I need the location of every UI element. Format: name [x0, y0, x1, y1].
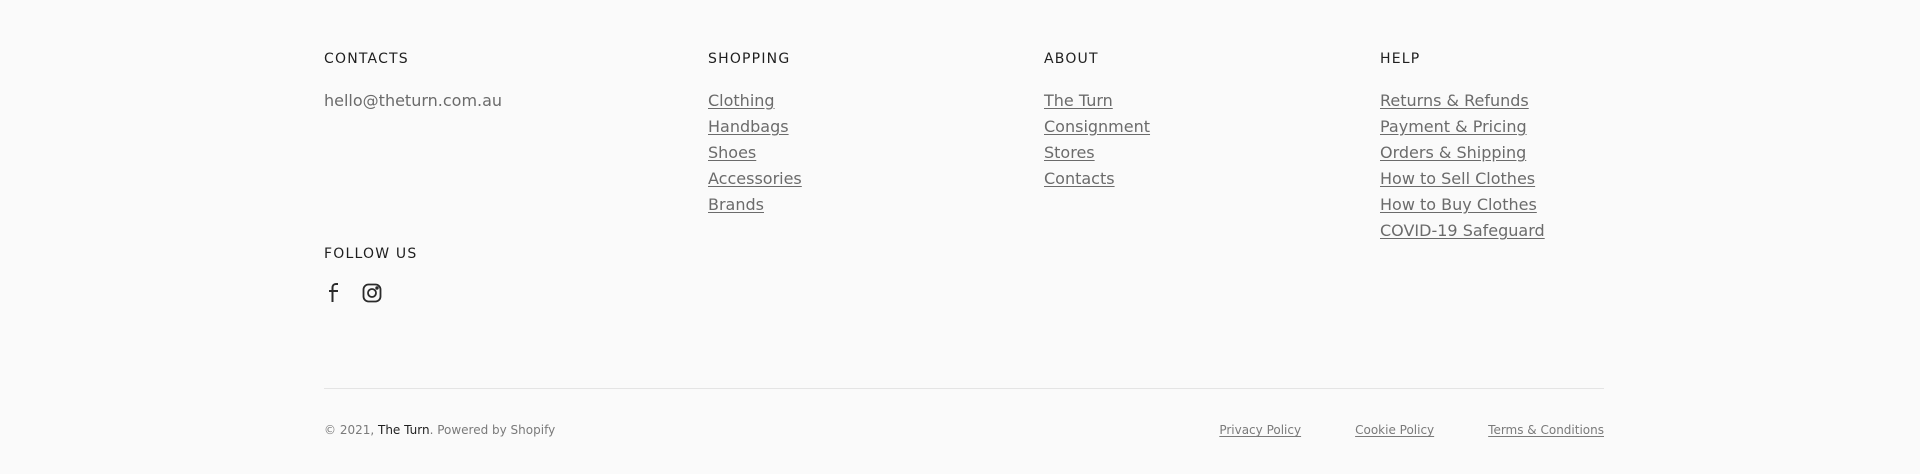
about-link-stores[interactable]: Stores: [1044, 143, 1095, 162]
help-link-returns[interactable]: Returns & Refunds: [1380, 91, 1529, 110]
shopping-heading: SHOPPING: [708, 51, 791, 67]
brand-name[interactable]: The Turn: [378, 423, 430, 437]
terms-conditions-link[interactable]: Terms & Conditions: [1488, 423, 1604, 437]
social-links: [324, 283, 417, 303]
about-links: The Turn Consignment Stores Contacts: [1044, 88, 1150, 192]
about-link-the-turn[interactable]: The Turn: [1044, 91, 1113, 110]
help-heading: HELP: [1380, 51, 1421, 67]
follow-us-heading: FOLLOW US: [324, 246, 418, 262]
help-link-covid[interactable]: COVID-19 Safeguard: [1380, 221, 1545, 240]
powered-by: . Powered by Shopify: [429, 423, 556, 437]
about-heading: ABOUT: [1044, 51, 1099, 67]
help-link-payment[interactable]: Payment & Pricing: [1380, 117, 1527, 136]
legal-links: Privacy Policy Cookie Policy Terms & Con…: [1219, 423, 1604, 437]
shopping-link-shoes[interactable]: Shoes: [708, 143, 756, 162]
shopping-link-clothing[interactable]: Clothing: [708, 91, 775, 110]
cookie-policy-link[interactable]: Cookie Policy: [1355, 423, 1434, 437]
shopping-link-accessories[interactable]: Accessories: [708, 169, 802, 188]
help-link-how-to-buy[interactable]: How to Buy Clothes: [1380, 195, 1537, 214]
contacts-column: CONTACTS hello@theturn.com.au: [324, 50, 502, 114]
contacts-heading: CONTACTS: [324, 51, 409, 67]
follow-us-section: FOLLOW US: [324, 245, 417, 303]
help-link-how-to-sell[interactable]: How to Sell Clothes: [1380, 169, 1535, 188]
footer-divider: [324, 388, 1604, 389]
help-column: HELP Returns & Refunds Payment & Pricing…: [1380, 50, 1545, 244]
site-footer: CONTACTS hello@theturn.com.au FOLLOW US …: [0, 0, 1920, 474]
about-link-consignment[interactable]: Consignment: [1044, 117, 1150, 136]
contact-email[interactable]: hello@theturn.com.au: [324, 88, 502, 114]
about-column: ABOUT The Turn Consignment Stores Contac…: [1044, 50, 1150, 192]
shopping-link-handbags[interactable]: Handbags: [708, 117, 789, 136]
facebook-icon[interactable]: [324, 283, 344, 303]
copyright-prefix: © 2021,: [324, 423, 378, 437]
shopping-link-brands[interactable]: Brands: [708, 195, 764, 214]
privacy-policy-link[interactable]: Privacy Policy: [1219, 423, 1301, 437]
help-links: Returns & Refunds Payment & Pricing Orde…: [1380, 88, 1545, 244]
shopping-links: Clothing Handbags Shoes Accessories Bran…: [708, 88, 802, 218]
shopping-column: SHOPPING Clothing Handbags Shoes Accesso…: [708, 50, 802, 218]
about-link-contacts[interactable]: Contacts: [1044, 169, 1115, 188]
footer-bottom-bar: © 2021, The Turn. Powered by Shopify Pri…: [324, 420, 1604, 440]
instagram-icon[interactable]: [362, 283, 382, 303]
copyright-text: © 2021, The Turn. Powered by Shopify: [324, 423, 555, 437]
help-link-orders[interactable]: Orders & Shipping: [1380, 143, 1526, 162]
